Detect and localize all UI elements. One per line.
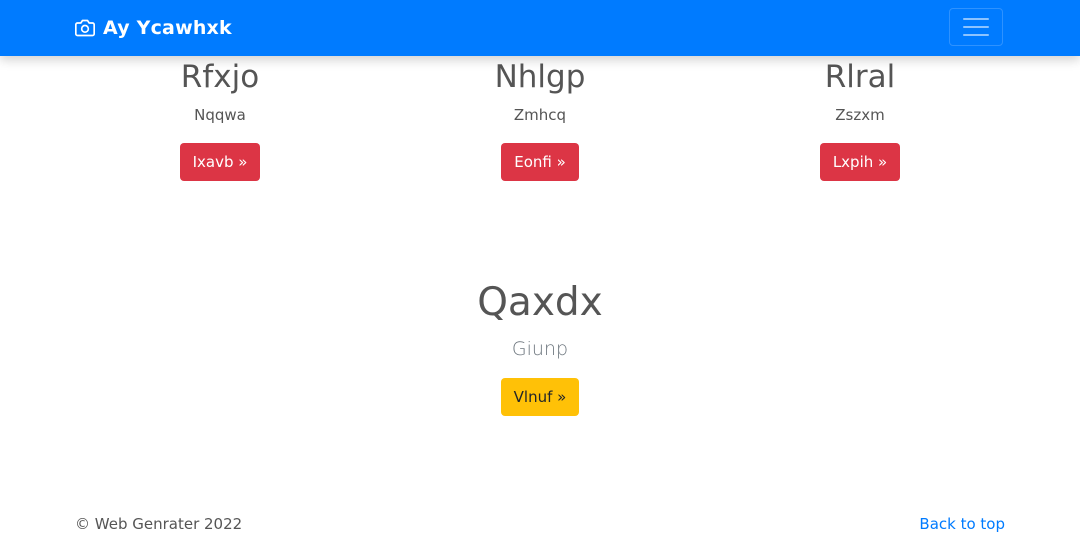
footer-copyright: © Web Genrater 2022	[75, 515, 243, 533]
column-3-text: Zszxm	[835, 106, 885, 124]
column-1-button[interactable]: Ixavb »	[179, 143, 261, 181]
navbar-brand[interactable]: Ay Ycawhxk	[75, 14, 232, 42]
feature-lead: Giunp	[511, 338, 569, 360]
camera-icon	[75, 19, 95, 37]
back-to-top-link[interactable]: Back to top	[919, 515, 1005, 533]
marketing-column-1: Rfxjo Nqqwa Ixavb »	[70, 58, 370, 181]
hamburger-menu-icon	[963, 18, 989, 36]
feature-button[interactable]: Vlnuf »	[500, 378, 580, 416]
brand-text: Ay Ycawhxk	[103, 17, 232, 39]
column-2-heading: Nhlgp	[494, 59, 586, 95]
column-2-text: Zmhcq	[513, 106, 567, 124]
column-3-button[interactable]: Lxpih »	[819, 143, 901, 181]
column-2-button[interactable]: Eonfi »	[501, 143, 579, 181]
column-1-text: Nqqwa	[194, 106, 246, 124]
column-1-heading: Rfxjo	[180, 59, 260, 95]
top-navbar: Ay Ycawhxk	[0, 0, 1080, 56]
feature-heading: Qaxdx	[477, 280, 603, 325]
navbar-toggler-button[interactable]	[949, 8, 1003, 46]
column-3-heading: Rlral	[824, 59, 896, 95]
feature-section: Qaxdx Giunp Vlnuf »	[340, 280, 740, 416]
marketing-column-3: Rlral Zszxm Lxpih »	[710, 58, 1010, 181]
marketing-column-2: Nhlgp Zmhcq Eonfi »	[390, 58, 690, 181]
